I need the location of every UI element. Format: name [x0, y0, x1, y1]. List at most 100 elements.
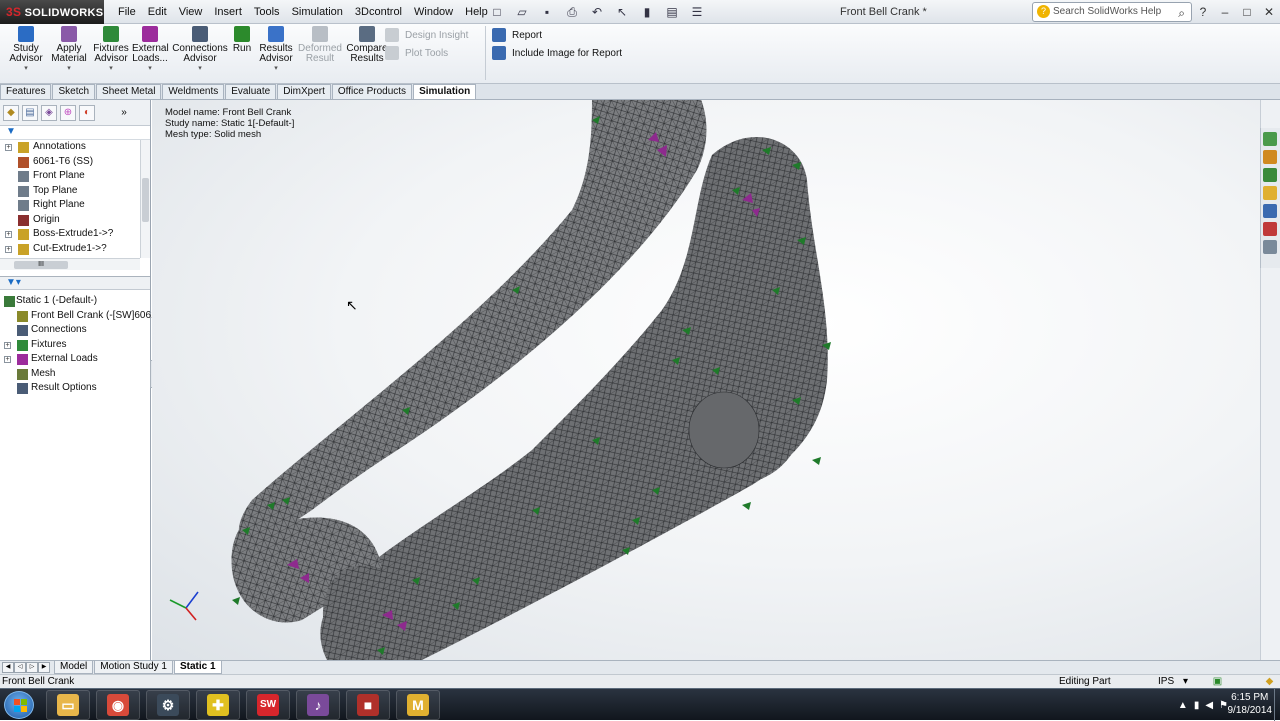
- view-orientation-icon[interactable]: ◈: [678, 100, 694, 102]
- display-style-icon[interactable]: ▣: [698, 100, 714, 102]
- fixtures-advisor-button[interactable]: Fixtures Advisor ▾: [92, 26, 130, 74]
- graphics-area[interactable]: Model name: Front Bell Crank Study name:…: [152, 100, 1260, 660]
- study-advisor-button[interactable]: Study Advisor ▾: [6, 26, 46, 74]
- resources-icon[interactable]: [1263, 132, 1277, 146]
- expand-toggle-icon[interactable]: +: [4, 341, 11, 349]
- chrome-taskbar-button[interactable]: ◉: [96, 690, 140, 720]
- m-taskbar-button[interactable]: M: [396, 690, 440, 720]
- hide-show-icon[interactable]: ◐: [718, 100, 734, 102]
- tab-simulation[interactable]: Simulation: [413, 84, 477, 99]
- compare-results-button[interactable]: Compare Results: [346, 26, 388, 64]
- tab-sheet-metal[interactable]: Sheet Metal: [96, 84, 162, 99]
- menu-view[interactable]: View: [173, 0, 209, 24]
- deformed-result-button[interactable]: Deformed Result: [298, 26, 342, 64]
- apply-material-button[interactable]: Apply Material ▾: [50, 26, 88, 74]
- study-tree-item-front-bell-crank-sw-6061[interactable]: Front Bell Crank (-[SW]6061-: [0, 309, 160, 324]
- tab-weldments[interactable]: Weldments: [162, 84, 225, 99]
- rebuild-icon[interactable]: ▮: [636, 3, 658, 21]
- menu-file[interactable]: File: [112, 0, 142, 24]
- design-library-icon[interactable]: [1263, 168, 1277, 182]
- previous-view-icon[interactable]: ↺: [638, 100, 654, 102]
- folder-taskbar-button[interactable]: ▭: [46, 690, 90, 720]
- solidworks-logo[interactable]: 3S SOLIDWORKS: [0, 0, 104, 24]
- dimxpert-icon[interactable]: ⊕: [60, 104, 76, 121]
- dropdown-arrow-icon[interactable]: ▾: [132, 64, 168, 74]
- options-icon[interactable]: ☰: [686, 3, 708, 21]
- study-tree-item-fixtures[interactable]: + Fixtures: [0, 338, 150, 353]
- plot-tools-button[interactable]: Plot Tools: [385, 46, 448, 60]
- menu-insert[interactable]: Insert: [208, 0, 248, 24]
- undo-icon[interactable]: ↶: [586, 3, 608, 21]
- tree-vertical-scrollbar[interactable]: [140, 140, 150, 258]
- study-tree-item-connections[interactable]: Connections: [0, 323, 150, 338]
- study-tree-item-static-1-default[interactable]: -Static 1 (-Default-): [0, 294, 150, 309]
- connections-advisor-button[interactable]: Connections Advisor ▾: [172, 26, 228, 74]
- appearance-icon[interactable]: ●: [738, 100, 754, 102]
- open-icon[interactable]: ▱: [511, 3, 533, 21]
- print-icon[interactable]: ⎙: [561, 3, 583, 21]
- tab-features[interactable]: Features: [0, 84, 52, 99]
- menu-edit[interactable]: Edit: [142, 0, 173, 24]
- expand-panel-icon[interactable]: »: [116, 105, 132, 121]
- menu-3dcontrol[interactable]: 3Dcontrol: [349, 0, 408, 24]
- start-button[interactable]: [4, 691, 34, 719]
- mesh-model[interactable]: [152, 100, 1260, 660]
- help-menu-icon[interactable]: ?: [1192, 0, 1214, 24]
- file-explorer-icon[interactable]: [1263, 186, 1277, 200]
- tab-dimxpert[interactable]: DimXpert: [277, 84, 331, 99]
- expand-toggle-icon[interactable]: +: [5, 245, 12, 253]
- dropdown-arrow-icon[interactable]: ▾: [92, 64, 130, 74]
- close-icon[interactable]: ✕: [1258, 0, 1280, 24]
- solidworks-taskbar-button[interactable]: SW: [246, 690, 290, 720]
- select-icon[interactable]: ↖: [611, 3, 633, 21]
- expand-toggle-icon[interactable]: +: [5, 144, 12, 151]
- save-icon[interactable]: ▪: [536, 3, 558, 21]
- media-taskbar-button[interactable]: ♪: [296, 690, 340, 720]
- new-icon[interactable]: □: [486, 3, 508, 21]
- external-loads-button[interactable]: External Loads... ▾: [132, 26, 169, 74]
- search-input[interactable]: ? Search SolidWorks Help ⌕: [1032, 2, 1192, 22]
- tab-evaluate[interactable]: Evaluate: [225, 84, 277, 99]
- pin-taskbar-button[interactable]: ✚: [196, 690, 240, 720]
- prev-tab-icon[interactable]: ◁: [14, 662, 26, 673]
- study-filter-icon[interactable]: ▼▾: [0, 276, 150, 290]
- study-tree-item-external-loads[interactable]: + External Loads: [0, 352, 150, 367]
- feature-tree-item-origin[interactable]: Origin: [0, 213, 150, 228]
- dropdown-arrow-icon[interactable]: ▾: [172, 64, 228, 74]
- tags-icon[interactable]: ◆: [1264, 676, 1275, 687]
- bottom-tab-motion-study-1[interactable]: Motion Study 1: [94, 661, 173, 674]
- file-properties-icon[interactable]: ▤: [661, 3, 683, 21]
- scene-icon[interactable]: ▤: [758, 100, 774, 102]
- run-button[interactable]: Run: [232, 26, 252, 54]
- steam-taskbar-button[interactable]: ⚙: [146, 690, 190, 720]
- stop-taskbar-button[interactable]: ■: [346, 690, 390, 720]
- include-image-button[interactable]: Include Image for Report: [492, 46, 622, 60]
- feature-tree-item-boss-extrude1[interactable]: + Boss-Extrude1->?: [0, 227, 150, 242]
- section-view-icon[interactable]: ◧: [658, 100, 674, 102]
- menu-window[interactable]: Window: [408, 0, 459, 24]
- scroll-thumb[interactable]: [142, 178, 149, 222]
- dropdown-arrow-icon[interactable]: ▾: [6, 64, 46, 74]
- appearances-icon[interactable]: [1263, 222, 1277, 236]
- zoom-to-fit-icon[interactable]: ⌕: [598, 100, 614, 102]
- last-tab-icon[interactable]: ▶: [38, 662, 50, 673]
- volume-icon[interactable]: ◀: [1205, 700, 1213, 711]
- clock[interactable]: 6:15 PM 9/18/2014: [1228, 691, 1273, 717]
- scroll-thumb[interactable]: III: [14, 261, 68, 269]
- units-selector[interactable]: IPS: [1158, 675, 1174, 688]
- property-manager-icon[interactable]: ▤: [22, 104, 38, 121]
- network-icon[interactable]: ▮: [1194, 700, 1200, 711]
- feature-tree-item-front-plane[interactable]: Front Plane: [0, 169, 150, 184]
- tab-office-products[interactable]: Office Products: [331, 84, 413, 99]
- next-tab-icon[interactable]: ▷: [26, 662, 38, 673]
- menu-tools[interactable]: Tools: [248, 0, 286, 24]
- custom-properties-icon[interactable]: [1263, 240, 1277, 254]
- study-tree-item-result-options[interactable]: Result Options: [0, 381, 150, 396]
- tab-sketch[interactable]: Sketch: [52, 84, 96, 99]
- feature-tree-icon[interactable]: ◆: [3, 104, 19, 121]
- first-tab-icon[interactable]: ◀: [2, 662, 14, 673]
- tree-horizontal-scrollbar[interactable]: III: [0, 258, 140, 270]
- view-palette-icon[interactable]: [1263, 204, 1277, 218]
- show-desktop-button[interactable]: [1274, 689, 1280, 721]
- zoom-area-icon[interactable]: ⊕: [618, 100, 634, 102]
